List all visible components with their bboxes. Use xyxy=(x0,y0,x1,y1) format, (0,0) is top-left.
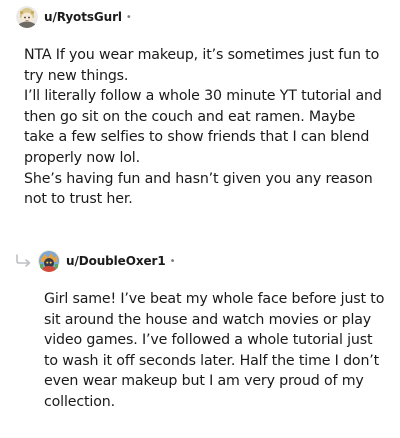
reply-body: Girl same! I’ve beat my whole face befor… xyxy=(44,289,386,413)
comment-paragraph: She’s having fun and hasn’t given you an… xyxy=(24,170,373,208)
comment-body: NTA If you wear makeup, it’s sometimes j… xyxy=(24,45,386,210)
reply-avatar-icon[interactable] xyxy=(38,250,60,272)
user-avatar-icon[interactable] xyxy=(16,6,38,28)
header-separator: • xyxy=(169,255,176,267)
comment-header: u/RyotsGurl • xyxy=(16,4,132,30)
comment-username[interactable]: u/RyotsGurl xyxy=(44,10,122,24)
comment-paragraph: I’ll literally follow a whole 30 minute … xyxy=(24,88,382,166)
header-separator: • xyxy=(125,11,132,23)
reply-paragraph: Girl same! I’ve beat my whole face befor… xyxy=(44,291,385,410)
comment-paragraph: NTA If you wear makeup, it’s sometimes j… xyxy=(24,47,380,84)
reply-arrow-icon xyxy=(15,253,33,272)
reply-username[interactable]: u/DoubleOxer1 xyxy=(66,254,166,268)
reply-header: u/DoubleOxer1 • xyxy=(38,249,175,273)
